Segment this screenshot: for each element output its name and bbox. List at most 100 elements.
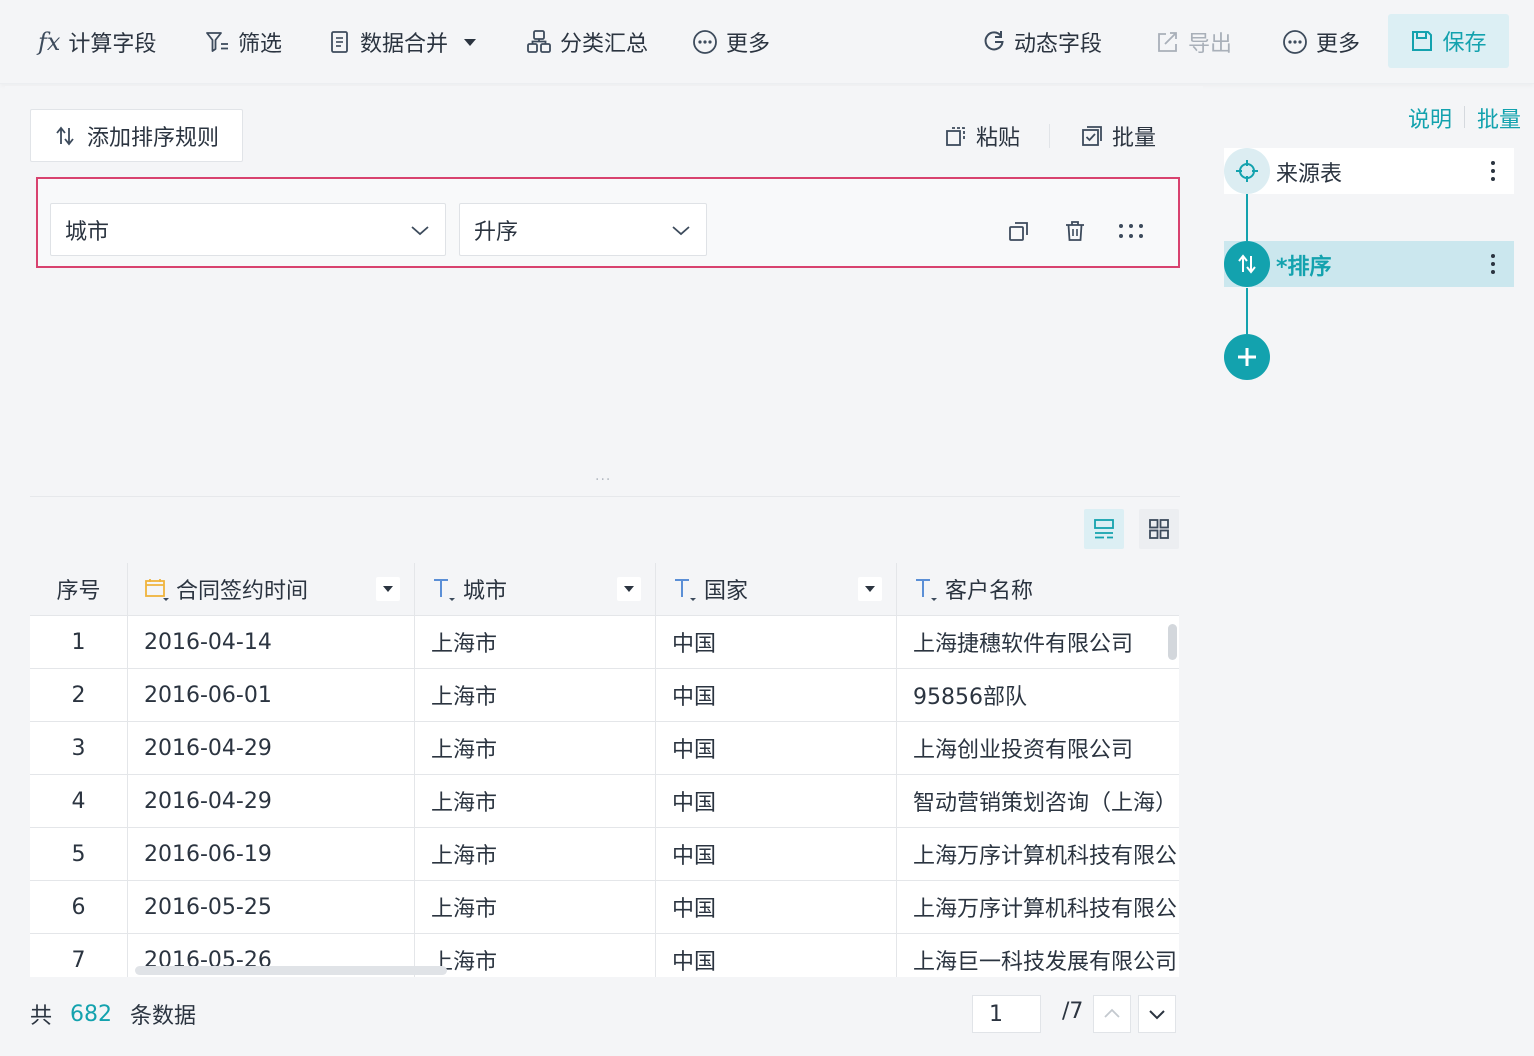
filter-label: 筛选 bbox=[238, 32, 283, 57]
source-node-icon-wrap bbox=[1224, 148, 1270, 194]
action-divider bbox=[1049, 124, 1050, 148]
column-header-label: 国家 bbox=[704, 579, 749, 604]
export-label: 导出 bbox=[1188, 32, 1233, 57]
cell-customer-name: 上海创业投资有限公司 bbox=[913, 738, 1134, 763]
group-summary-button[interactable]: 分类汇总 bbox=[526, 22, 648, 62]
column-menu-button[interactable] bbox=[617, 577, 641, 601]
batch-button[interactable]: 批量 bbox=[1080, 118, 1156, 154]
column-menu-button[interactable] bbox=[376, 577, 400, 601]
table-vertical-scrollbar[interactable] bbox=[1168, 624, 1177, 660]
cell-seq: 2 bbox=[30, 669, 128, 721]
more-left-label: 更多 bbox=[726, 32, 771, 57]
resize-splitter[interactable]: ··· bbox=[595, 472, 611, 488]
cell-customer-name: 上海万序计算机科技有限公 bbox=[913, 844, 1178, 869]
text-type-icon bbox=[675, 579, 696, 601]
chevron-down-icon bbox=[411, 225, 429, 235]
add-node-button[interactable] bbox=[1224, 334, 1270, 380]
pipeline-node-sort[interactable]: *排序 bbox=[1224, 241, 1514, 287]
explain-link-label: 说明 bbox=[1408, 108, 1453, 133]
data-merge-button[interactable]: 数据合并 bbox=[328, 22, 480, 62]
table-row[interactable]: 2 2016-06-01 上海市 中国 95856部队 bbox=[30, 669, 1179, 722]
batch-check-icon bbox=[1082, 126, 1102, 146]
table-row[interactable]: 6 2016-05-25 上海市 中国 上海万序计算机科技有限公 bbox=[30, 881, 1179, 934]
cell-seq: 1 bbox=[30, 616, 128, 668]
copy-icon[interactable] bbox=[1005, 217, 1033, 245]
node-more-icon[interactable] bbox=[1488, 247, 1498, 281]
sort-order-select[interactable]: 升序 bbox=[459, 203, 707, 256]
explain-link[interactable]: 说明 bbox=[1408, 102, 1452, 134]
paste-icon bbox=[946, 127, 965, 146]
cell-city: 上海市 bbox=[415, 828, 656, 880]
cell-country: 中国 bbox=[656, 616, 897, 668]
add-sort-rule-button[interactable]: 添加排序规则 bbox=[30, 109, 243, 162]
column-header-city[interactable]: 城市 bbox=[415, 563, 656, 615]
column-menu-button[interactable] bbox=[858, 577, 882, 601]
grid-view-icon bbox=[1149, 519, 1169, 539]
more-right-button[interactable]: 更多 bbox=[1282, 22, 1360, 62]
more-circle-icon bbox=[693, 30, 717, 54]
cell-country: 中国 bbox=[656, 669, 897, 721]
group-summary-label: 分类汇总 bbox=[560, 32, 649, 57]
data-merge-label: 数据合并 bbox=[360, 32, 449, 57]
cell-country: 中国 bbox=[656, 881, 897, 933]
refresh-icon bbox=[984, 31, 1004, 51]
drag-handle-icon[interactable] bbox=[1117, 217, 1145, 245]
cell-customer-name: 智动营销策划咨询（上海） bbox=[913, 791, 1178, 816]
column-header-country[interactable]: 国家 bbox=[656, 563, 897, 615]
cell-customer-name: 上海巨一科技发展有限公司 bbox=[913, 950, 1178, 975]
cell-country: 中国 bbox=[656, 722, 897, 774]
right-batch-link[interactable]: 批量 bbox=[1477, 102, 1521, 134]
paste-button[interactable]: 粘贴 bbox=[944, 118, 1020, 154]
column-header-contract-date[interactable]: 合同签约时间 bbox=[128, 563, 415, 615]
column-header-label: 城市 bbox=[463, 579, 508, 604]
record-count-suffix: 条数据 bbox=[130, 1004, 197, 1029]
cell-contract-date: 2016-04-29 bbox=[128, 722, 415, 774]
cell-city: 上海市 bbox=[415, 775, 656, 827]
grid-view-toggle[interactable] bbox=[1139, 509, 1179, 549]
export-icon bbox=[1158, 32, 1177, 52]
table-horizontal-scrollbar[interactable] bbox=[135, 966, 447, 975]
more-left-button[interactable]: 更多 bbox=[692, 22, 770, 62]
pipeline-node-source[interactable]: 来源表 bbox=[1224, 148, 1514, 194]
record-count: 共 682 条数据 bbox=[30, 997, 196, 1031]
node-more-icon[interactable] bbox=[1488, 154, 1498, 188]
calc-field-button[interactable]: fx 计算字段 bbox=[38, 22, 156, 62]
column-header-customer-name[interactable]: 客户名称 bbox=[897, 563, 1179, 615]
cell-city: 上海市 bbox=[415, 722, 656, 774]
sort-icon bbox=[1238, 254, 1256, 274]
table-row[interactable]: 4 2016-04-29 上海市 中国 智动营销策划咨询（上海） bbox=[30, 775, 1179, 828]
cell-city: 上海市 bbox=[415, 881, 656, 933]
filter-button[interactable]: 筛选 bbox=[204, 22, 282, 62]
table-row[interactable]: 5 2016-06-19 上海市 中国 上海万序计算机科技有限公 bbox=[30, 828, 1179, 881]
page-number-value: 1 bbox=[989, 1001, 1003, 1027]
batch-label: 批量 bbox=[1112, 126, 1157, 151]
cell-contract-date: 2016-05-25 bbox=[128, 881, 415, 933]
chevron-up-icon bbox=[1104, 1008, 1120, 1018]
date-type-icon bbox=[145, 579, 169, 601]
next-page-button[interactable] bbox=[1138, 995, 1176, 1033]
cell-customer-name: 95856部队 bbox=[913, 685, 1027, 710]
page-number-input[interactable]: 1 bbox=[972, 995, 1041, 1033]
dynamic-field-label: 动态字段 bbox=[1014, 32, 1103, 57]
column-header-seq: 序号 bbox=[30, 563, 128, 615]
cell-contract-date: 2016-06-19 bbox=[128, 828, 415, 880]
cell-country: 中国 bbox=[656, 934, 897, 977]
calc-field-label: 计算字段 bbox=[68, 32, 157, 57]
cell-seq: 4 bbox=[30, 775, 128, 827]
data-table: 序号 合同签约时间 城市 国家 客户名称 1 2016-04-14 上海市 中国… bbox=[30, 563, 1179, 977]
sort-field-select[interactable]: 城市 bbox=[50, 203, 446, 256]
record-count-value: 682 bbox=[70, 1001, 113, 1027]
panel-divider bbox=[30, 496, 1180, 497]
cell-city: 上海市 bbox=[415, 616, 656, 668]
page-total: /7 bbox=[1062, 999, 1084, 1024]
dynamic-field-button[interactable]: 动态字段 bbox=[982, 22, 1102, 62]
prev-page-button[interactable] bbox=[1093, 995, 1131, 1033]
save-button[interactable]: 保存 bbox=[1388, 14, 1509, 68]
fx-icon: fx bbox=[38, 28, 61, 56]
table-row[interactable]: 3 2016-04-29 上海市 中国 上海创业投资有限公司 bbox=[30, 722, 1179, 775]
export-button[interactable]: 导出 bbox=[1156, 22, 1232, 62]
delete-icon[interactable] bbox=[1061, 217, 1089, 245]
flow-connector bbox=[1246, 288, 1248, 334]
list-view-toggle[interactable] bbox=[1084, 509, 1124, 549]
table-row[interactable]: 1 2016-04-14 上海市 中国 上海捷穗软件有限公司 bbox=[30, 616, 1179, 669]
